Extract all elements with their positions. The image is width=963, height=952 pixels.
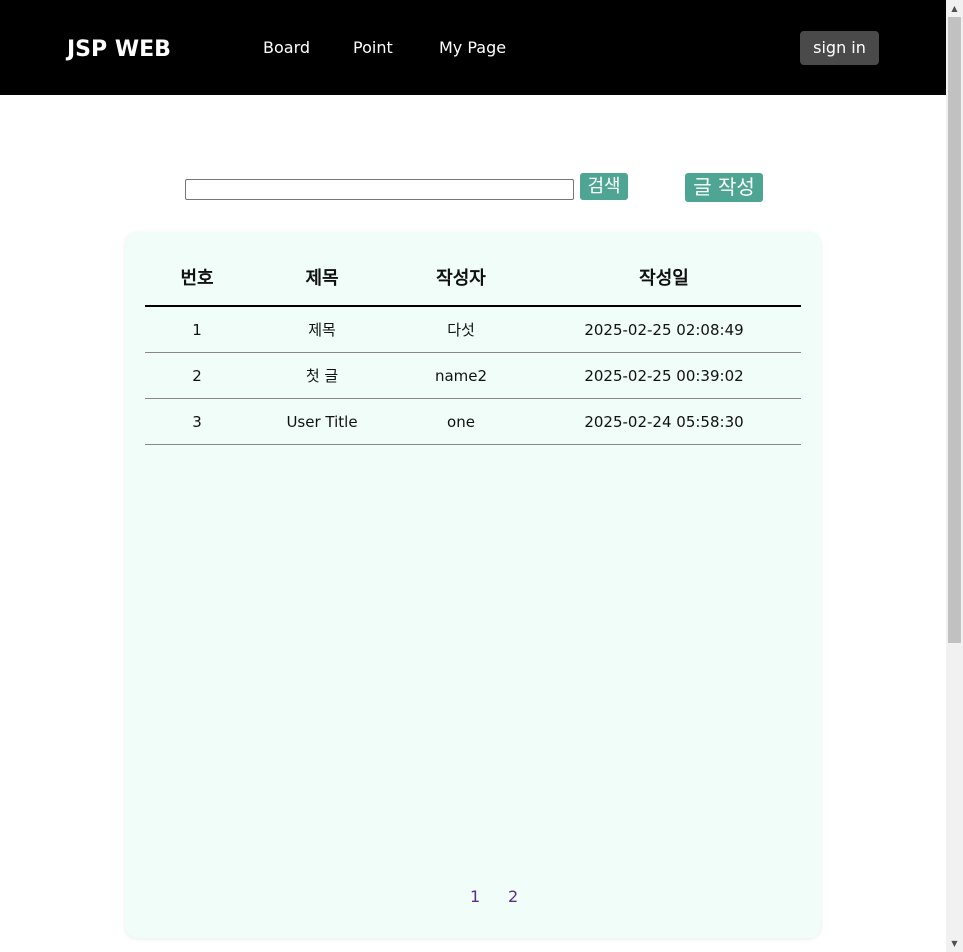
column-header-author: 작성자 bbox=[436, 268, 486, 289]
post-author: 다섯 bbox=[447, 321, 475, 339]
viewport: JSP WEB Board Point My Page sign in 검색 글… bbox=[0, 0, 946, 952]
board-card: 번호 제목 작성자 작성일 1 제목 다섯 2025-02-25 02:08:4… bbox=[125, 232, 821, 938]
top-navbar: JSP WEB Board Point My Page sign in bbox=[0, 0, 946, 95]
post-author: one bbox=[447, 413, 475, 431]
post-date: 2025-02-24 05:58:30 bbox=[584, 413, 744, 431]
post-number: 1 bbox=[192, 321, 202, 339]
page-link-2[interactable]: 2 bbox=[508, 887, 518, 907]
table-row[interactable]: 2 첫 글 name2 2025-02-25 00:39:02 bbox=[145, 353, 801, 399]
site-logo[interactable]: JSP WEB bbox=[67, 36, 171, 64]
table-header-row: 번호 제목 작성자 작성일 bbox=[145, 260, 801, 307]
post-title-link[interactable]: 첫 글 bbox=[249, 353, 395, 399]
nav-my-page-link[interactable]: My Page bbox=[439, 38, 506, 58]
post-title-link[interactable]: User Title bbox=[249, 399, 395, 445]
post-author: name2 bbox=[434, 367, 488, 385]
page-link-1[interactable]: 1 bbox=[470, 887, 480, 907]
search-input[interactable] bbox=[185, 179, 574, 200]
post-date: 2025-02-25 02:08:49 bbox=[584, 321, 744, 339]
vertical-scrollbar[interactable]: ▲ ▼ bbox=[946, 0, 963, 952]
board-table: 번호 제목 작성자 작성일 1 제목 다섯 2025-02-25 02:08:4… bbox=[145, 260, 801, 445]
scroll-down-arrow-icon[interactable]: ▼ bbox=[946, 935, 963, 952]
post-number: 3 bbox=[192, 413, 202, 431]
sign-in-button[interactable]: sign in bbox=[800, 31, 879, 65]
table-row[interactable]: 3 User Title one 2025-02-24 05:58:30 bbox=[145, 399, 801, 445]
nav-point-link[interactable]: Point bbox=[353, 38, 393, 58]
column-header-date: 작성일 bbox=[639, 268, 689, 289]
scrollbar-thumb[interactable] bbox=[948, 17, 961, 643]
post-title-link[interactable]: 제목 bbox=[249, 307, 395, 353]
column-header-title: 제목 bbox=[305, 268, 339, 289]
scroll-up-arrow-icon[interactable]: ▲ bbox=[946, 0, 963, 17]
nav-board-link[interactable]: Board bbox=[263, 38, 310, 58]
column-header-number: 번호 bbox=[180, 268, 214, 289]
post-number: 2 bbox=[192, 367, 202, 385]
post-date: 2025-02-25 00:39:02 bbox=[584, 367, 744, 385]
write-post-button[interactable]: 글 작성 bbox=[685, 173, 763, 202]
search-button[interactable]: 검색 bbox=[580, 173, 628, 200]
page: JSP WEB Board Point My Page sign in 검색 글… bbox=[0, 0, 963, 952]
table-row[interactable]: 1 제목 다섯 2025-02-25 02:08:49 bbox=[145, 307, 801, 353]
